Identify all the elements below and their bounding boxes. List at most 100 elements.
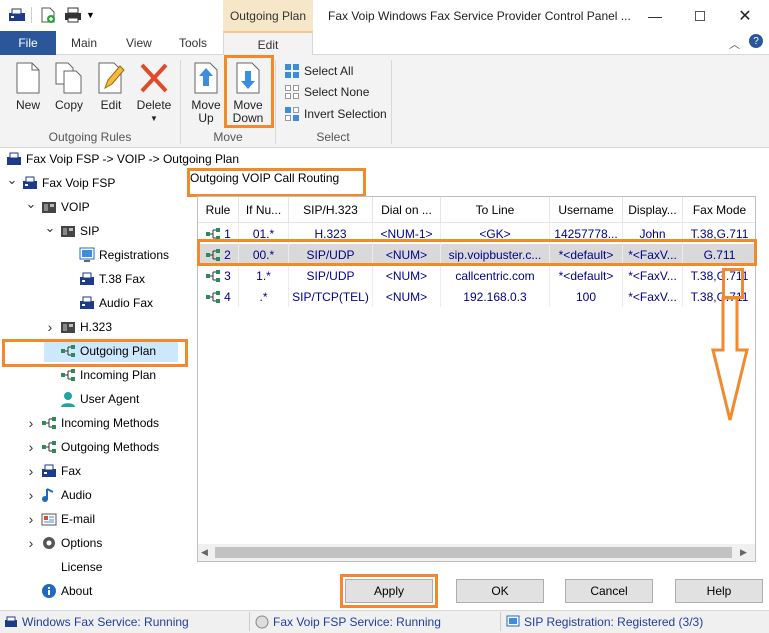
help-button[interactable]: Help (675, 579, 763, 603)
chevron-down-icon[interactable]: ⌄ (6, 172, 18, 188)
group-label-outgoing-rules: Outgoing Rules (48, 130, 132, 144)
delete-button[interactable]: Delete ▼ (134, 58, 174, 126)
tree-item-incoming-plan[interactable]: Incoming Plan (44, 364, 156, 386)
scrollbar-thumb[interactable] (215, 547, 732, 558)
tree-item-e-mail[interactable]: › E-mail (25, 508, 95, 530)
column-header[interactable]: To Line (441, 197, 550, 223)
tab-view[interactable]: View (126, 31, 152, 55)
table-cell: *<default> (550, 244, 623, 265)
chevron-right-icon[interactable]: › (25, 415, 37, 431)
tree-item-audio[interactable]: › Audio (25, 484, 92, 506)
tree-item-h-323[interactable]: › H.323 (44, 316, 112, 338)
table-cell: *<FaxV... (623, 286, 683, 307)
tree-item-label: Outgoing Methods (61, 440, 160, 454)
new-document-icon[interactable] (40, 6, 56, 24)
column-header[interactable]: Display... (623, 197, 683, 223)
tree-item-label: Fax Voip FSP (42, 176, 116, 190)
tree-item-outgoing-plan[interactable]: Outgoing Plan (44, 340, 179, 362)
chevron-right-icon[interactable]: › (44, 319, 56, 335)
table-row[interactable]: 2 00.* SIP/UDP <NUM> sip.voipbuster.c... *<de… (198, 244, 755, 265)
horizontal-scrollbar[interactable]: ◀ ▶ (198, 544, 755, 561)
delete-dropdown-icon: ▼ (150, 114, 158, 123)
column-header[interactable]: If Nu... (239, 197, 289, 223)
tree-item-fax[interactable]: › Fax (25, 460, 81, 482)
print-icon[interactable] (64, 6, 82, 24)
new-button-label: New (15, 98, 40, 112)
chevron-right-icon[interactable]: › (25, 463, 37, 479)
copy-button[interactable]: Copy (51, 58, 87, 126)
tab-edit[interactable]: Edit (223, 31, 313, 56)
select-none-button[interactable]: Select None (284, 82, 369, 102)
tree-item-voip[interactable]: ⌄ VOIP (25, 196, 90, 218)
tree-item-label: Audio (61, 488, 92, 502)
invert-selection-button[interactable]: Invert Selection (284, 104, 387, 124)
table-cell: John (623, 223, 683, 244)
email-icon (41, 511, 57, 527)
tree-item-user-agent[interactable]: User Agent (44, 388, 139, 410)
tree-item-options[interactable]: › Options (25, 532, 103, 554)
table-cell: 192.168.0.3 (441, 286, 550, 307)
table-cell: .* (239, 286, 289, 307)
table-row[interactable]: 3 1.* SIP/UDP <NUM> callcentric.com *<default… (198, 265, 755, 286)
tree-item-fax-voip-fsp[interactable]: ⌄ Fax Voip FSP (6, 172, 116, 194)
group-label-select: Select (316, 130, 350, 144)
tree-item-label: License (61, 560, 103, 574)
help-icon[interactable]: ? (749, 34, 763, 48)
tree-item-t-38-fax[interactable]: T.38 Fax (63, 268, 145, 290)
quick-access-dropdown-icon[interactable]: ▼ (86, 6, 95, 24)
column-header[interactable]: Rule (198, 197, 239, 223)
scroll-right-icon[interactable]: ▶ (740, 547, 747, 558)
close-icon[interactable]: ✕ (722, 0, 768, 31)
table-cell: *<default> (550, 265, 623, 286)
tree-item-incoming-methods[interactable]: › Incoming Methods (25, 412, 159, 434)
tree-item-label: E-mail (61, 512, 96, 526)
column-header[interactable]: SIP/H.323 (289, 197, 373, 223)
new-button[interactable]: New (10, 58, 46, 126)
tree-item-about[interactable]: About (25, 580, 92, 602)
column-header[interactable]: Username (550, 197, 623, 223)
tree-item-registrations[interactable]: Registrations (63, 244, 169, 266)
select-all-button[interactable]: Select All (284, 61, 353, 81)
chevron-right-icon[interactable]: › (25, 511, 37, 527)
tree-item-outgoing-methods[interactable]: › Outgoing Methods (25, 436, 159, 458)
ok-button[interactable]: OK (456, 579, 544, 603)
tree-item-sip[interactable]: ⌄ SIP (44, 220, 100, 242)
phone-icon (60, 223, 76, 239)
table-cell: callcentric.com (441, 265, 550, 286)
gear-icon (41, 535, 57, 551)
chevron-right-icon[interactable]: › (25, 535, 37, 551)
copy-icon (55, 62, 82, 94)
maximize-icon[interactable] (677, 0, 723, 31)
rule-number: 3 (224, 268, 231, 283)
table-row[interactable]: 1 01.* H.323 <NUM-1> <GK> 14257778... John T.38… (198, 223, 755, 244)
chevron-right-icon[interactable]: › (25, 487, 37, 503)
table-cell: G.711 (683, 244, 755, 265)
breadcrumb: Fax Voip FSP -> VOIP -> Outgoing Plan (0, 149, 769, 169)
chevron-down-icon[interactable]: ⌄ (25, 196, 37, 212)
tree-item-license[interactable]: License (25, 556, 102, 578)
tab-main[interactable]: Main (71, 31, 97, 55)
table-cell: T.38,G.711 (683, 223, 755, 244)
move-up-button[interactable]: Move Up (187, 58, 225, 126)
chevron-right-icon[interactable]: › (25, 439, 37, 455)
move-down-button[interactable]: Move Down (229, 58, 267, 126)
scroll-left-icon[interactable]: ◀ (201, 547, 208, 558)
tab-tools[interactable]: Tools (179, 31, 207, 55)
move-down-icon (236, 62, 260, 94)
chevron-down-icon[interactable]: ⌄ (44, 220, 56, 236)
cancel-button[interactable]: Cancel (565, 579, 653, 603)
table-cell: 00.* (239, 244, 289, 265)
table-cell: T.38,G.711 (683, 265, 755, 286)
column-header[interactable]: Fax Mode (683, 197, 755, 223)
collapse-ribbon-icon[interactable]: ︿ (729, 36, 740, 52)
window-title: Fax Voip Windows Fax Service Provider Co… (328, 8, 631, 23)
routing-icon (41, 415, 57, 431)
apply-button[interactable]: Apply (345, 579, 433, 603)
minimize-icon[interactable]: — (632, 0, 678, 31)
tree-item-audio-fax[interactable]: Audio Fax (63, 292, 153, 314)
edit-button[interactable]: Edit (93, 58, 129, 126)
column-header[interactable]: Dial on ... (373, 197, 441, 223)
tab-file[interactable]: File (0, 31, 56, 55)
table-row[interactable]: 4 .* SIP/TCP(TEL) <NUM> 192.168.0.3 100 *<FaxV… (198, 286, 755, 307)
move-up-label-2: Up (198, 111, 214, 125)
